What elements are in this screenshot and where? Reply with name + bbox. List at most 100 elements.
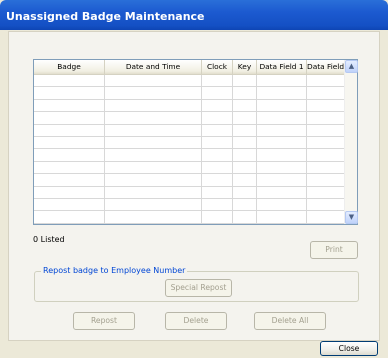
table-cell [233, 87, 257, 99]
table-row[interactable] [34, 136, 345, 150]
table-cell [34, 149, 105, 161]
table-row[interactable] [34, 124, 345, 137]
column-header-key[interactable]: Key [233, 60, 257, 75]
title-bar[interactable]: Unassigned Badge Maintenance [0, 0, 388, 30]
table-cell [202, 161, 233, 174]
table-cell [34, 124, 105, 136]
table-cell [34, 198, 105, 211]
table-cell [257, 161, 307, 174]
window-title: Unassigned Badge Maintenance [6, 10, 205, 23]
table-cell [257, 75, 307, 87]
unassigned-badge-list[interactable]: Badge Date and Time Clock Key Data Field… [33, 59, 358, 225]
table-cell [233, 149, 257, 161]
table-cell [105, 174, 202, 186]
table-cell [34, 99, 105, 112]
table-cell [34, 211, 105, 223]
table-cell [257, 174, 307, 186]
repost-group-label: Repost badge to Employee Number [41, 266, 188, 275]
table-cell [257, 186, 307, 198]
table-cell [307, 174, 345, 186]
table-cell [34, 87, 105, 99]
table-cell [202, 149, 233, 161]
table-cell [34, 186, 105, 198]
table-cell [307, 87, 345, 99]
vertical-scrollbar[interactable]: ▲ ▼ [344, 60, 358, 224]
table-cell [307, 75, 345, 87]
table-cell [307, 124, 345, 136]
column-header-clock[interactable]: Clock [202, 60, 233, 75]
table-cell [105, 124, 202, 136]
table-cell [307, 136, 345, 149]
delete-button[interactable]: Delete [165, 312, 227, 330]
table-row[interactable] [34, 99, 345, 113]
table-row[interactable] [34, 75, 345, 88]
table-cell [233, 186, 257, 198]
table-cell [34, 136, 105, 149]
close-button[interactable]: Close [320, 341, 378, 356]
table-cell [233, 136, 257, 149]
table-row[interactable] [34, 198, 345, 212]
table-cell [257, 124, 307, 136]
table-cell [257, 211, 307, 223]
table-cell [307, 198, 345, 211]
column-header-data-field-2[interactable]: Data Field 2 [307, 60, 345, 75]
table-cell [105, 99, 202, 112]
table-cell [34, 174, 105, 186]
table-row[interactable] [34, 87, 345, 100]
table-cell [233, 75, 257, 87]
table-cell [202, 99, 233, 112]
table-cell [233, 211, 257, 223]
table-row[interactable] [34, 211, 345, 224]
column-header-badge[interactable]: Badge [34, 60, 105, 75]
special-repost-button[interactable]: Special Repost [165, 279, 232, 297]
table-cell [105, 149, 202, 161]
table-cell [307, 161, 345, 174]
table-cell [34, 75, 105, 87]
column-header-date-time[interactable]: Date and Time [105, 60, 202, 75]
table-cell [105, 186, 202, 198]
table-cell [233, 99, 257, 112]
table-cell [307, 186, 345, 198]
scroll-up-icon[interactable]: ▲ [345, 60, 358, 73]
table-cell [105, 75, 202, 87]
table-cell [202, 124, 233, 136]
table-cell [307, 99, 345, 112]
list-header: Badge Date and Time Clock Key Data Field… [34, 60, 345, 75]
table-cell [34, 161, 105, 174]
list-body [34, 75, 345, 224]
table-cell [257, 198, 307, 211]
table-cell [202, 198, 233, 211]
table-row[interactable] [34, 186, 345, 199]
table-cell [233, 174, 257, 186]
table-row[interactable] [34, 112, 345, 125]
table-cell [202, 186, 233, 198]
column-header-data-field-1[interactable]: Data Field 1 [257, 60, 307, 75]
table-cell [257, 99, 307, 112]
table-cell [233, 112, 257, 124]
table-cell [257, 149, 307, 161]
table-cell [307, 149, 345, 161]
table-cell [257, 87, 307, 99]
table-row[interactable] [34, 149, 345, 162]
table-cell [105, 136, 202, 149]
table-cell [105, 211, 202, 223]
scroll-down-icon[interactable]: ▼ [345, 211, 358, 224]
table-cell [202, 136, 233, 149]
table-cell [257, 112, 307, 124]
repost-button[interactable]: Repost [73, 312, 135, 330]
table-cell [307, 211, 345, 223]
listed-count: 0 Listed [33, 235, 65, 244]
table-cell [202, 174, 233, 186]
table-cell [105, 112, 202, 124]
table-cell [202, 75, 233, 87]
table-cell [202, 87, 233, 99]
table-cell [233, 161, 257, 174]
table-cell [233, 198, 257, 211]
table-cell [202, 112, 233, 124]
table-row[interactable] [34, 161, 345, 175]
table-cell [202, 211, 233, 223]
print-button[interactable]: Print [310, 241, 358, 259]
delete-all-button[interactable]: Delete All [254, 312, 326, 330]
table-cell [105, 161, 202, 174]
table-row[interactable] [34, 174, 345, 187]
